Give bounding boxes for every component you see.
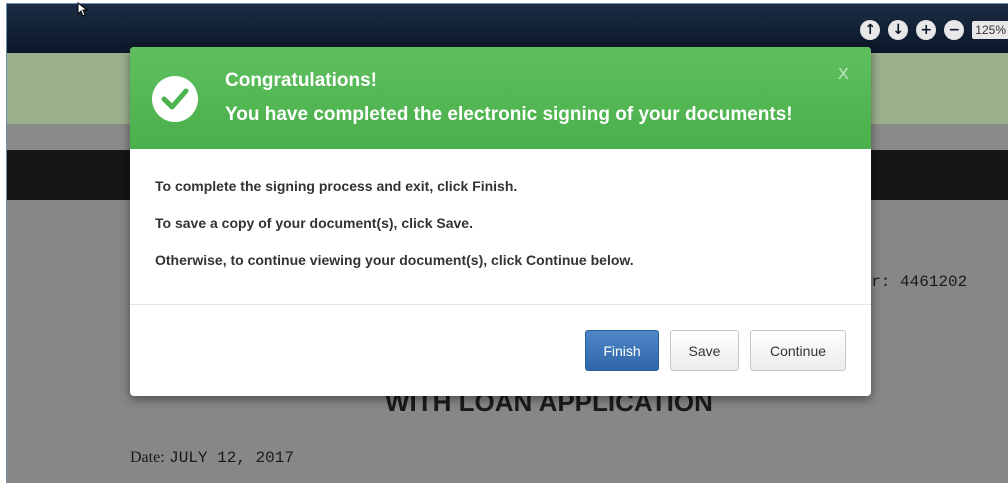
zoom-out-icon[interactable]: − <box>944 20 965 40</box>
finish-button[interactable]: Finish <box>585 330 659 371</box>
instruction-finish: To complete the signing process and exit… <box>155 178 518 194</box>
document-date: Date: JULY 12, 2017 <box>130 449 294 467</box>
viewer-toolbar: ↑ ↓ + − 125% <box>7 4 1008 53</box>
zoom-controls: ↑ ↓ + − 125% <box>860 20 1008 40</box>
instruction-continue: Otherwise, to continue viewing your docu… <box>155 252 634 268</box>
zoom-in-icon[interactable]: + <box>916 20 937 40</box>
save-button[interactable]: Save <box>670 330 739 371</box>
instruction-save: To save a copy of your document(s), clic… <box>155 215 473 231</box>
arrow-up-icon[interactable]: ↑ <box>860 20 881 40</box>
checkmark-icon <box>152 76 198 122</box>
zoom-level: 125% <box>972 21 1008 39</box>
arrow-down-icon[interactable]: ↓ <box>888 20 909 40</box>
date-label: Date: <box>130 449 165 466</box>
mouse-cursor-icon <box>77 2 89 17</box>
dialog-header: Congratulations! You have completed the … <box>130 47 871 149</box>
continue-button[interactable]: Continue <box>750 330 846 371</box>
dialog-title: Congratulations! <box>225 70 377 91</box>
close-icon[interactable]: X <box>838 66 849 84</box>
dialog-body: To complete the signing process and exit… <box>155 178 634 289</box>
dialog-divider <box>130 304 871 305</box>
completion-dialog: Congratulations! You have completed the … <box>130 47 871 396</box>
date-value: JULY 12, 2017 <box>169 449 294 467</box>
dialog-subtitle: You have completed the electronic signin… <box>225 104 793 125</box>
